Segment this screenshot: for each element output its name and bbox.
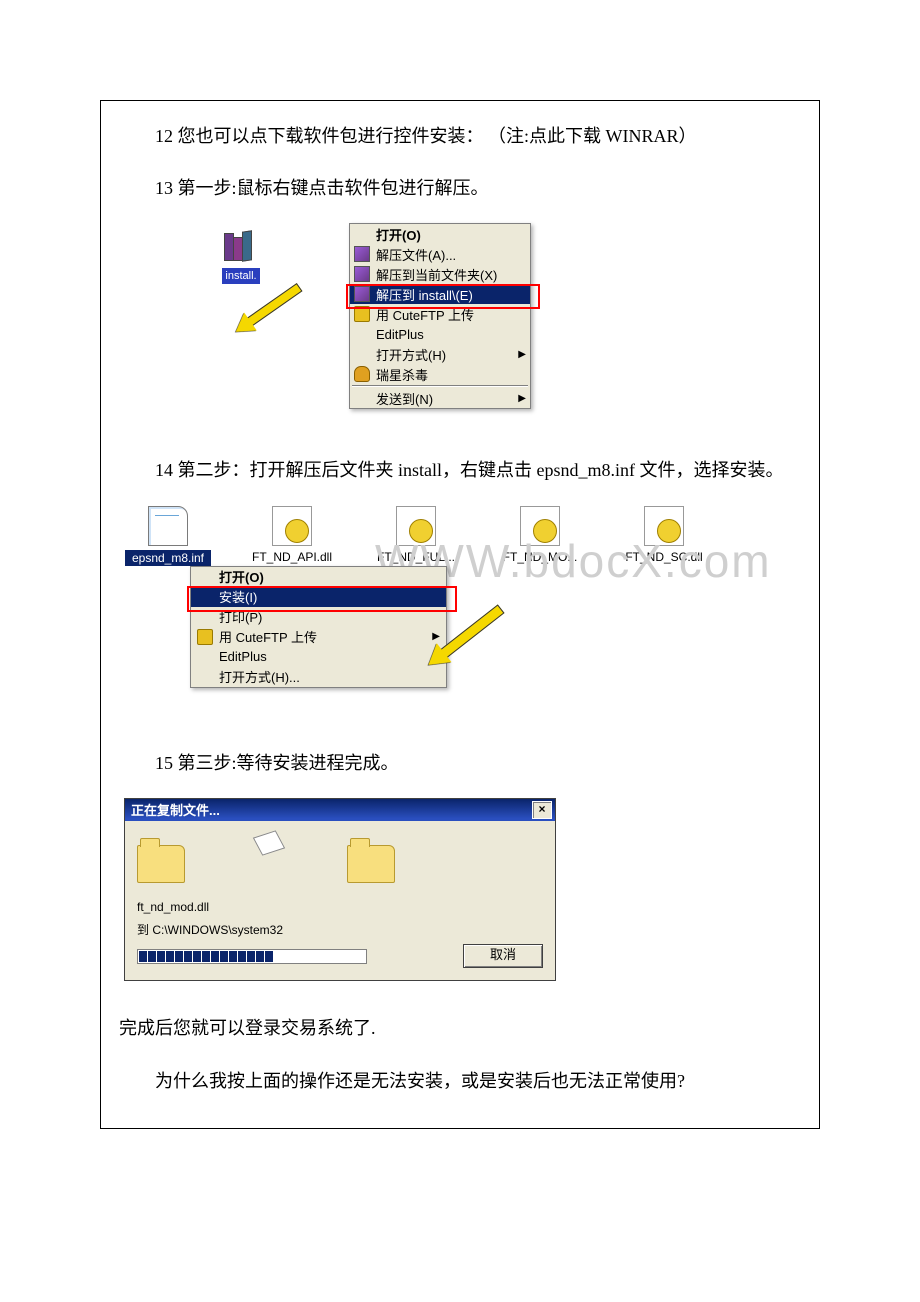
menu-cuteftp-label: 用 CuteFTP 上传	[376, 305, 526, 324]
folder-icon	[137, 845, 185, 883]
yellow-arrow-icon	[439, 604, 504, 658]
file-item-dll[interactable]: FT_ND_API.dll	[249, 506, 335, 566]
close-button[interactable]: ×	[532, 801, 552, 819]
copy-destination: 到 C:\WINDOWS\system32	[137, 922, 543, 939]
menu-separator	[352, 385, 528, 387]
archive-filename: install.	[222, 268, 259, 284]
inf-file-icon	[148, 506, 188, 546]
menu-open-2[interactable]: 打开(O)	[191, 567, 446, 587]
dll-file-icon	[644, 506, 684, 546]
menu-cuteftp-label: 用 CuteFTP 上传	[219, 627, 430, 646]
menu-extract-here[interactable]: 解压到当前文件夹(X)	[350, 264, 530, 284]
file-item-dll[interactable]: FT_ND_FUL...	[373, 506, 459, 566]
dll-file-icon	[520, 506, 560, 546]
submenu-arrow-icon: ▶	[518, 393, 526, 404]
file-item-inf[interactable]: epsnd_m8.inf	[125, 506, 211, 566]
menu-extract-files[interactable]: 解压文件(A)...	[350, 244, 530, 264]
dll-file-icon	[272, 506, 312, 546]
paragraph-12: 12 您也可以点下载软件包进行控件安装： （注:点此下载 WINRAR）	[119, 119, 801, 153]
submenu-arrow-icon: ▶	[518, 349, 526, 360]
paragraph-why: 为什么我按上面的操作还是无法安装，或是安装后也无法正常使用?	[119, 1064, 801, 1098]
file-name: FT_ND_SC.dll	[621, 550, 707, 564]
file-item-dll[interactable]: FT_ND_SC.dll	[621, 506, 707, 566]
menu-extract-install-label: 解压到 install\(E)	[376, 285, 526, 304]
paragraph-15: 15 第三步:等待安装进程完成。	[119, 746, 801, 780]
menu-open-with-label: 打开方式(H)...	[219, 667, 440, 686]
file-name: FT_ND_MO...	[497, 550, 583, 564]
paper-icon	[253, 830, 285, 855]
context-menu-2[interactable]: 打开(O) 安装(I) 打印(P) 用 CuteFTP 上传 ▶	[190, 566, 447, 688]
menu-open-with[interactable]: 打开方式(H) ▶	[350, 344, 530, 364]
menu-rising-label: 瑞星杀毒	[376, 365, 526, 384]
file-icons-row: epsnd_m8.inf FT_ND_API.dll FT_ND_FUL... …	[125, 506, 707, 566]
dialog-title: 正在复制文件...	[131, 800, 532, 819]
dialog-titlebar[interactable]: 正在复制文件... ×	[125, 799, 555, 821]
file-item-dll[interactable]: FT_ND_MO...	[497, 506, 583, 566]
copy-animation	[137, 833, 543, 893]
menu-editplus-label: EditPlus	[376, 327, 526, 342]
rar-archive-icon[interactable]: install.	[219, 233, 263, 284]
menu-send-to[interactable]: 发送到(N) ▶	[350, 388, 530, 408]
file-name: FT_ND_FUL...	[373, 550, 459, 564]
menu-extract-files-label: 解压文件(A)...	[376, 245, 526, 264]
gear-icon	[409, 519, 433, 543]
dll-file-icon	[396, 506, 436, 546]
menu-rising[interactable]: 瑞星杀毒	[350, 364, 530, 384]
submenu-arrow-icon: ▶	[430, 631, 440, 642]
cuteftp-icon	[354, 306, 370, 322]
document-body: 12 您也可以点下载软件包进行控件安装： （注:点此下载 WINRAR） 13 …	[100, 100, 820, 1129]
gear-icon	[285, 519, 309, 543]
menu-open-with-label: 打开方式(H)	[376, 345, 518, 364]
copy-dialog: 正在复制文件... × ft_nd_mod.dll 到 C:\WINDOWS\s…	[124, 798, 556, 982]
figure-copy-dialog: 正在复制文件... × ft_nd_mod.dll 到 C:\WINDOWS\s…	[124, 798, 801, 982]
rar-stack-icon	[354, 266, 370, 282]
highlight-box	[187, 586, 457, 612]
file-name: epsnd_m8.inf	[125, 550, 211, 566]
menu-send-to-label: 发送到(N)	[376, 389, 518, 408]
winrar-icon	[224, 233, 258, 261]
cuteftp-icon	[197, 629, 213, 645]
figure-context-menu-rar: install. 打开(O) 解压文件(A)... 解压到当前文件夹(X)	[219, 223, 549, 423]
progress-bar	[137, 949, 367, 964]
menu-editplus-2[interactable]: EditPlus	[191, 647, 446, 667]
figure-context-menu-inf: epsnd_m8.inf FT_ND_API.dll FT_ND_FUL... …	[125, 506, 685, 716]
menu-open-with-2[interactable]: 打开方式(H)...	[191, 667, 446, 687]
file-name: FT_ND_API.dll	[249, 550, 335, 564]
menu-extract-here-label: 解压到当前文件夹(X)	[376, 265, 526, 284]
menu-editplus-label: EditPlus	[219, 649, 440, 664]
rising-icon	[354, 366, 370, 382]
menu-editplus[interactable]: EditPlus	[350, 324, 530, 344]
menu-cuteftp[interactable]: 用 CuteFTP 上传	[350, 304, 530, 324]
cancel-button[interactable]: 取消	[463, 944, 543, 968]
gear-icon	[657, 519, 681, 543]
context-menu-1[interactable]: 打开(O) 解压文件(A)... 解压到当前文件夹(X) 解压到 install…	[349, 223, 531, 409]
gear-icon	[533, 519, 557, 543]
paragraph-done: 完成后您就可以登录交易系统了.	[119, 1011, 801, 1045]
rar-stack-icon	[354, 286, 370, 302]
menu-open-label: 打开(O)	[376, 225, 526, 244]
menu-open-label: 打开(O)	[219, 567, 440, 586]
menu-extract-to-install[interactable]: 解压到 install\(E)	[350, 284, 530, 304]
paragraph-14: 14 第二步：打开解压后文件夹 install，右键点击 epsnd_m8.in…	[119, 453, 801, 487]
menu-cuteftp-2[interactable]: 用 CuteFTP 上传 ▶	[191, 627, 446, 647]
folder-icon	[347, 845, 395, 883]
copy-filename: ft_nd_mod.dll	[137, 899, 543, 916]
